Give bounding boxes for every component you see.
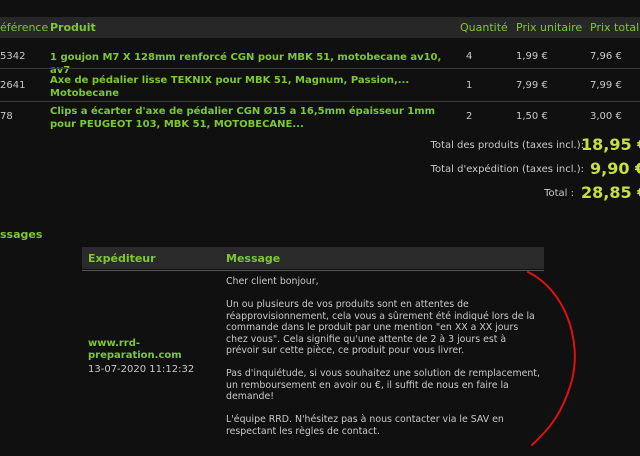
products-total-label: Total des produits (taxes incl.):: [430, 140, 585, 151]
messages-section-title: ssages: [0, 228, 43, 241]
table-row-qty: 4: [466, 51, 473, 62]
message-body: Cher client bonjour, Un ou plusieurs de …: [226, 276, 541, 449]
col-header-unit-price: Prix unitaire: [516, 21, 583, 34]
table-row-ref: 78: [0, 111, 13, 122]
table-row-qty: 2: [466, 111, 473, 122]
shipping-total-label: Total d'expédition (taxes incl.):: [430, 164, 584, 175]
col-header-product: Produit: [50, 21, 96, 34]
col-header-quantity: Quantité: [460, 21, 508, 34]
table-row-qty: 1: [466, 80, 473, 91]
message-paragraph: Un ou plusieurs de vos produits sont en …: [226, 299, 535, 356]
row-divider: [0, 101, 640, 102]
col-header-message: Message: [226, 252, 281, 265]
row-divider: [0, 68, 640, 69]
product-link[interactable]: Axe de pédalier lisse TEKNIX pour MBK 51…: [50, 74, 410, 100]
message-paragraph: Pas d'inquiétude, si vous souhaitez une …: [226, 368, 540, 402]
col-header-reference: éférence: [0, 21, 49, 34]
table-row-unit-price: 7,99 €: [516, 80, 548, 91]
table-row-unit-price: 1,99 €: [516, 51, 548, 62]
col-header-sender: Expéditeur: [88, 252, 156, 265]
products-total-value: 18,95 €: [581, 135, 640, 154]
table-row-ref: 2641: [0, 80, 26, 91]
grand-total-label: Total :: [544, 188, 574, 199]
table-row-total-price: 3,00 €: [590, 111, 622, 122]
table-row-total-price: 7,96 €: [590, 51, 622, 62]
message-sender: www.rrd-preparation.com: [88, 338, 182, 361]
product-link[interactable]: Clips a écarter d'axe de pédalier CGN Ø1…: [50, 105, 450, 131]
col-header-total-price: Prix total: [590, 21, 640, 34]
shipping-total-value: 9,90 €: [590, 159, 640, 178]
messages-divider: [82, 270, 544, 271]
annotation-bracket-icon: [527, 271, 576, 446]
message-date: 13-07-2020 11:12:32: [88, 364, 195, 375]
message-paragraph: Cher client bonjour,: [226, 276, 319, 287]
message-paragraph: L'équipe RRD. N'hésitez pas à nous conta…: [226, 414, 504, 437]
table-row-unit-price: 1,50 €: [516, 111, 548, 122]
grand-total-value: 28,85 €: [581, 183, 640, 202]
table-row-ref: 5342: [0, 51, 26, 62]
table-row-total-price: 7,99 €: [590, 80, 622, 91]
